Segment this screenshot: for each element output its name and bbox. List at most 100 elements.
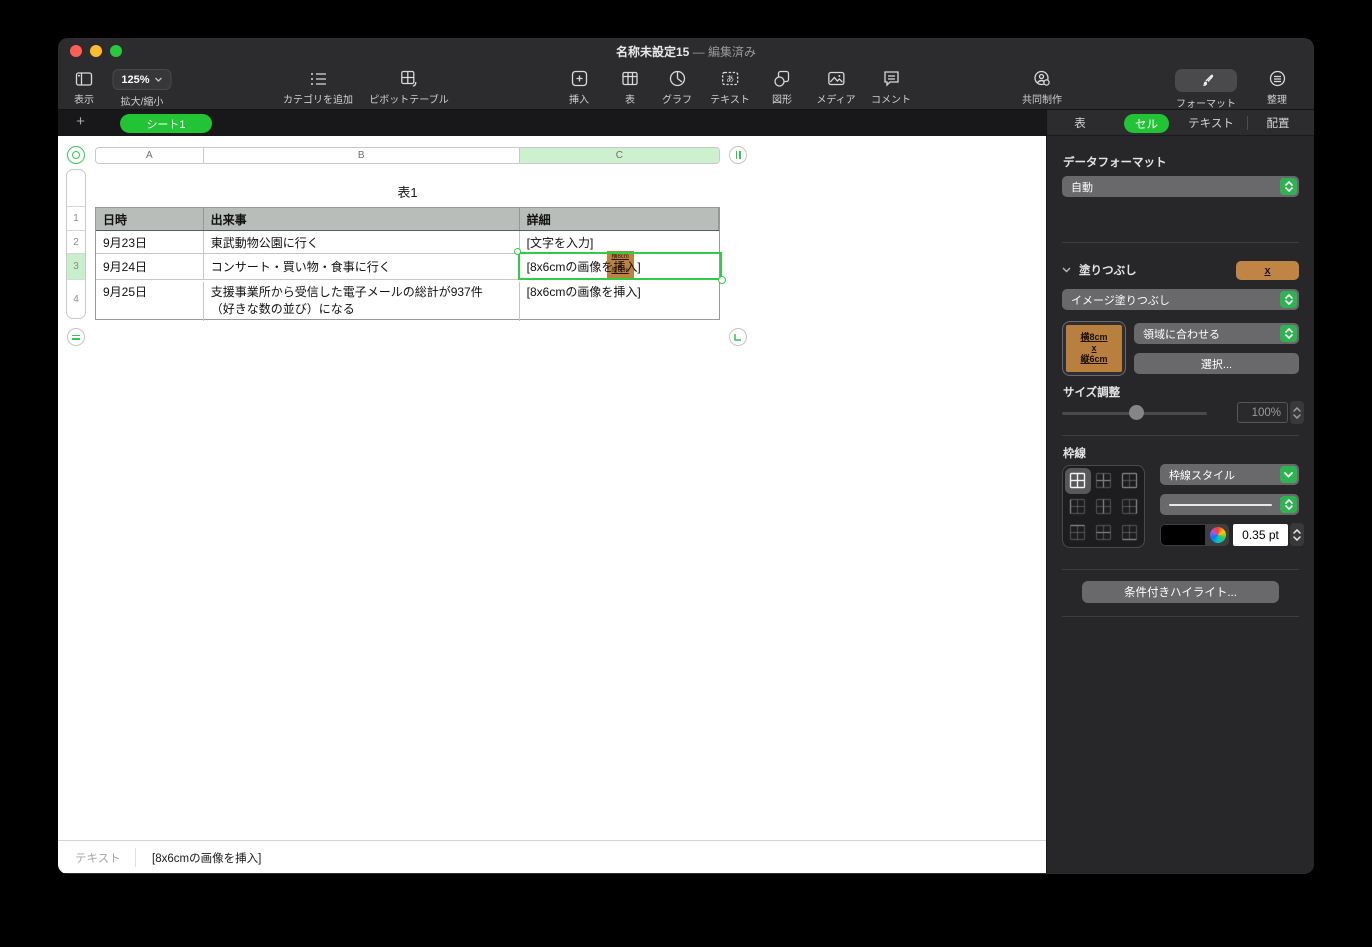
tab-table[interactable]: 表 <box>1074 115 1086 131</box>
color-picker-button[interactable] <box>1206 524 1229 546</box>
border-option-top[interactable] <box>1065 519 1091 545</box>
border-option-left[interactable] <box>1065 494 1091 520</box>
tab-text[interactable]: テキスト <box>1188 115 1234 131</box>
conditional-highlight-button[interactable]: 条件付きハイライト... <box>1082 581 1279 603</box>
cell-c3-selected[interactable]: 横8cm x 縦6cm [8x6cmの画像を挿入] <box>520 251 719 279</box>
border-option-all[interactable] <box>1065 468 1091 494</box>
disclosure-chevron-icon[interactable] <box>1062 265 1071 275</box>
zoom-dropdown[interactable]: 125% <box>112 69 172 90</box>
stepper-icon <box>1280 178 1297 195</box>
cell-b4[interactable]: 支援事業所から受信した電子メールの総計が937件 （好きな数の並び）になる <box>204 282 520 321</box>
chart-pie-icon <box>669 69 686 88</box>
size-slider-thumb[interactable] <box>1129 405 1144 420</box>
format-button[interactable]: フォーマット <box>1175 69 1237 110</box>
size-stepper[interactable] <box>1290 401 1304 424</box>
border-option-bottom[interactable] <box>1116 519 1142 545</box>
cell-a2[interactable]: 9月23日 <box>96 231 204 253</box>
titlebar: 名称未設定15 — 編集済み <box>58 38 1314 64</box>
border-option-horizontal[interactable] <box>1091 519 1117 545</box>
header-cell-c1[interactable]: 詳細 <box>520 208 719 230</box>
insert-button[interactable]: 挿入 <box>569 69 589 106</box>
border-position-grid <box>1062 465 1145 548</box>
shape-button[interactable]: 図形 <box>772 69 792 106</box>
chart-button[interactable]: テキスト グラフ <box>662 69 692 106</box>
media-button[interactable]: メディア <box>816 69 856 106</box>
comment-bubble-icon <box>883 69 900 88</box>
status-cell-value[interactable]: [8x6cmの画像を挿入] <box>152 850 261 866</box>
add-column-button[interactable] <box>729 146 747 164</box>
tab-cell-active[interactable]: セル <box>1124 114 1169 133</box>
data-format-label: データフォーマット <box>1063 157 1167 169</box>
line-style-dropdown[interactable] <box>1160 494 1299 515</box>
media-image-icon <box>827 69 845 88</box>
header-cell-b1[interactable]: 出来事 <box>204 208 520 230</box>
sidebar-panel-icon <box>75 69 93 88</box>
resize-corner-icon <box>734 334 741 341</box>
comment-button[interactable]: コメント <box>871 69 911 106</box>
svg-text:あ: あ <box>726 75 734 84</box>
table-handle-icon <box>72 151 80 159</box>
tab-divider <box>1247 116 1248 130</box>
format-active-pill <box>1175 69 1237 92</box>
cell-a4[interactable]: 9月25日 <box>96 282 204 321</box>
border-width-field[interactable]: 0.35 pt <box>1233 524 1288 546</box>
collaborate-button[interactable]: 共同制作 <box>1022 69 1062 106</box>
status-type-label: テキスト <box>75 853 121 865</box>
row-header-title[interactable] <box>67 170 85 207</box>
data-format-dropdown[interactable]: 自動 <box>1062 176 1299 197</box>
image-scale-dropdown[interactable]: 領域に合わせる <box>1134 323 1299 344</box>
cell-b3[interactable]: コンサート・買い物・食事に行く <box>204 254 520 279</box>
table-title[interactable]: 表1 <box>95 182 720 201</box>
organize-icon <box>1269 69 1286 88</box>
border-option-vertical[interactable] <box>1091 494 1117 520</box>
pivot-table-button[interactable]: ピボットテーブル <box>369 69 449 106</box>
tab-arrange[interactable]: 配置 <box>1267 115 1290 131</box>
cell-a3[interactable]: 9月24日 <box>96 254 204 279</box>
pivot-table-icon <box>400 69 418 88</box>
border-color-well[interactable] <box>1160 524 1206 546</box>
add-column-icon <box>735 151 741 159</box>
fill-section-label: 塗りつぶし <box>1079 265 1137 277</box>
border-width-stepper[interactable] <box>1290 523 1304 546</box>
row-header-1[interactable]: 1 <box>67 207 85 231</box>
cell-c2[interactable]: [文字を入力] <box>520 231 719 253</box>
table-resize-button[interactable] <box>729 328 747 346</box>
column-header-c[interactable]: C <box>519 148 719 163</box>
add-sheet-button[interactable]: + <box>72 114 89 131</box>
header-cell-a1[interactable]: 日時 <box>96 208 204 230</box>
table-button[interactable]: 表 <box>622 69 639 106</box>
cell-c4[interactable]: [8x6cmの画像を挿入] <box>520 282 719 321</box>
status-divider <box>135 848 136 867</box>
size-value-field[interactable]: 100% <box>1237 402 1288 423</box>
spreadsheet-canvas[interactable]: A B C 1 2 3 4 表1 日時 出来事 詳細 9月23日 東武動物公園に… <box>58 136 1046 840</box>
border-style-dropdown[interactable]: 枠線スタイル <box>1160 464 1299 485</box>
row-header-2[interactable]: 2 <box>67 231 85 254</box>
cell-b2[interactable]: 東武動物公園に行く <box>204 231 520 253</box>
text-button[interactable]: あ テキスト <box>710 69 750 106</box>
row-header-3[interactable]: 3 <box>67 254 85 280</box>
border-option-right[interactable] <box>1116 494 1142 520</box>
add-row-button[interactable] <box>67 328 85 346</box>
fill-type-dropdown[interactable]: イメージ塗りつぶし <box>1062 289 1299 310</box>
column-header-b[interactable]: B <box>204 148 520 163</box>
selection-handle-bottom-right[interactable] <box>718 276 726 284</box>
sheet-tab[interactable]: シート1 <box>120 114 212 133</box>
organize-button[interactable]: 整理 <box>1267 69 1287 106</box>
data-table: 日時 出来事 詳細 9月23日 東武動物公園に行く [文字を入力] 9月24日 … <box>95 207 720 321</box>
fill-color-swatch[interactable]: x <box>1236 261 1299 280</box>
selection-handle-top-left[interactable] <box>514 248 521 255</box>
table-handle-button[interactable] <box>67 146 85 164</box>
section-divider <box>1062 569 1299 570</box>
add-category-button[interactable]: カテゴリを追加 <box>283 69 353 106</box>
row-header-4[interactable]: 4 <box>67 280 85 318</box>
border-option-inner[interactable] <box>1091 468 1117 494</box>
view-button[interactable]: 表示 <box>74 69 94 106</box>
table-row-4: 9月25日 支援事業所から受信した電子メールの総計が937件 （好きな数の並び）… <box>96 280 719 321</box>
border-section-label: 枠線 <box>1063 448 1086 460</box>
stepper-icon <box>1280 291 1297 308</box>
text-box-icon: あ <box>721 69 739 88</box>
column-header-a[interactable]: A <box>96 148 204 163</box>
image-fill-well[interactable]: 横8cm x 縦6cm <box>1062 321 1126 376</box>
choose-image-button[interactable]: 選択... <box>1134 353 1299 374</box>
border-option-outer[interactable] <box>1116 468 1142 494</box>
